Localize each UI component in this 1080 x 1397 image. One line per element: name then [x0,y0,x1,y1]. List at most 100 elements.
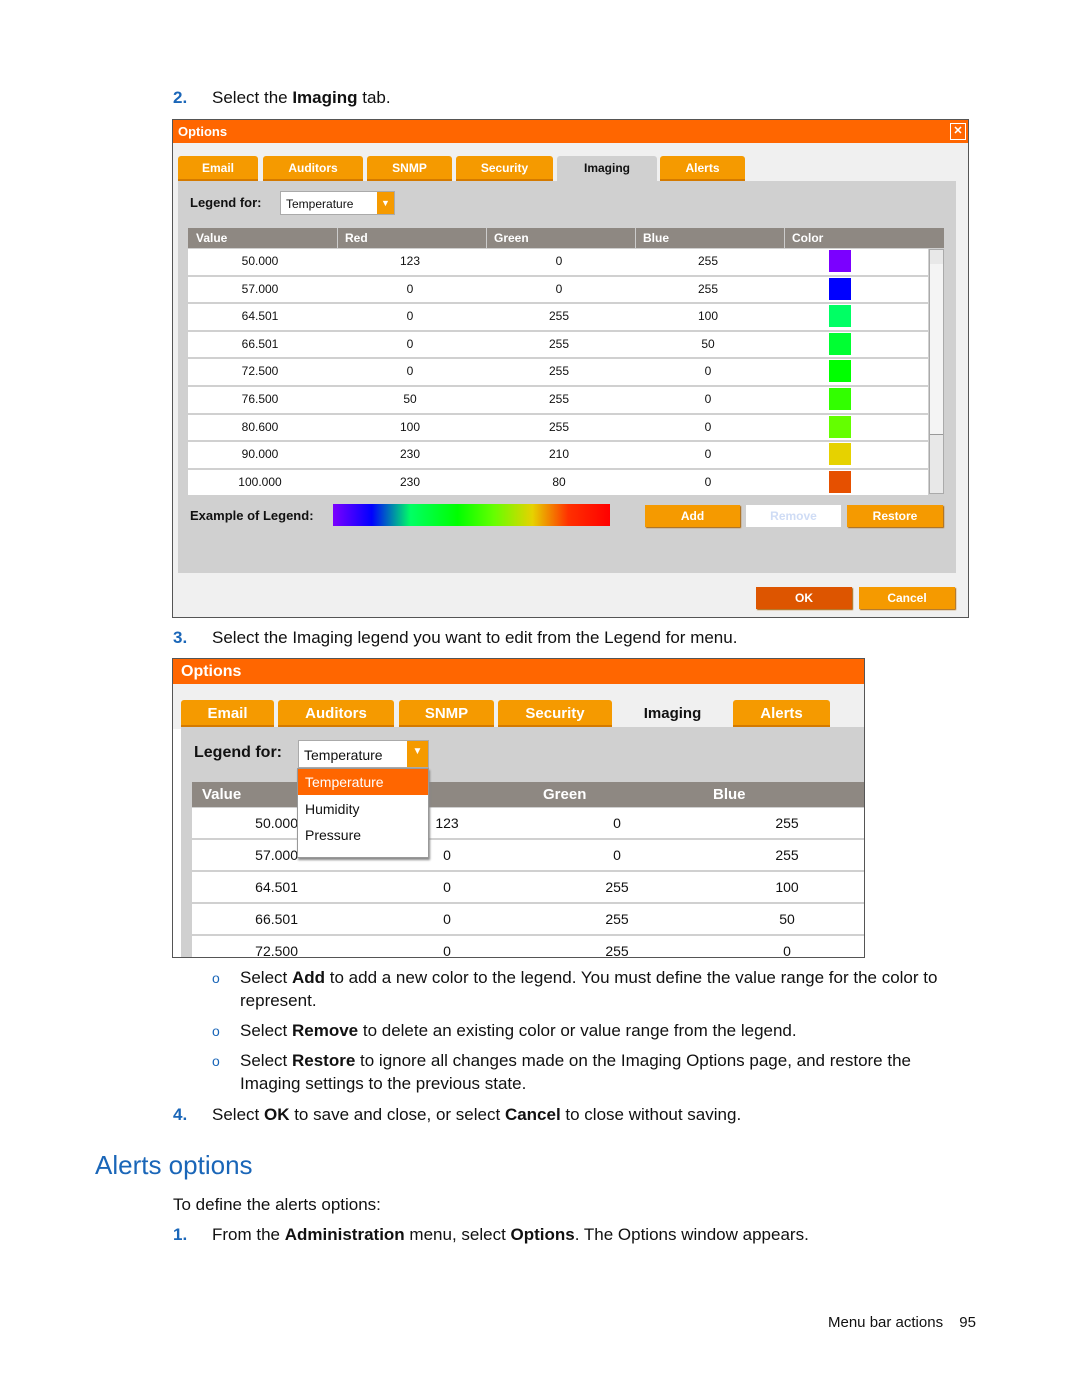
column-header-blue: Blue [643,231,670,245]
tab-alerts[interactable]: Alerts [660,156,745,181]
dropdown-option-temperature[interactable]: Temperature [298,769,428,795]
color-swatch[interactable] [829,388,851,410]
cell-value: 57.000 [241,281,279,296]
table-row[interactable]: 90.000 230 210 0 [188,442,928,470]
table-row[interactable]: 66.501 0 255 50 [192,904,864,936]
cell-blue: 0 [704,364,712,379]
column-header-green: Green [543,786,587,803]
legend-for-select[interactable]: Temperature ▼ [280,191,395,215]
cell-blue: 255 [775,847,799,863]
cell-red: 100 [399,419,421,434]
table-row[interactable]: 100.000 230 80 0 [188,469,928,498]
cell-red: 0 [443,911,451,927]
column-header-value: Value [196,231,228,245]
cell-green: 255 [548,309,570,324]
bullet-bold: Restore [291,1051,356,1070]
cancel-button[interactable]: Cancel [859,587,955,609]
table-row[interactable]: 57.000 0 0 255 [192,840,864,872]
cell-value: 90.000 [241,447,279,462]
tab-imaging[interactable]: Imaging [557,156,657,181]
scrollbar-thumb[interactable] [930,264,943,435]
column-divider [784,228,785,248]
column-divider [337,228,338,248]
cell-green: 255 [605,943,629,958]
tab-security[interactable]: Security [456,156,553,181]
chevron-down-icon[interactable]: ▼ [407,741,428,767]
cell-blue: 255 [697,254,719,268]
bullet-text: Select Add to add a new color to the leg… [240,968,937,988]
legend-select-value: Temperature [286,197,354,211]
step-4: 4. Select OK to save and close, or selec… [173,1105,742,1124]
table-row[interactable]: 50.000 123 0 255 [188,249,928,277]
tab-snmp[interactable]: SNMP [367,156,452,181]
cell-value: 72.500 [241,364,279,379]
cell-value: 100.000 [238,474,282,489]
dropdown-option-pressure[interactable]: Pressure [298,822,428,848]
table-row[interactable]: 72.500 0 255 0 [192,936,864,958]
color-swatch[interactable] [829,250,851,272]
color-swatch[interactable] [829,305,851,328]
tab-email[interactable]: Email [181,700,274,727]
table-header: Value Green Blue [192,782,864,807]
chevron-down-icon[interactable]: ▼ [377,192,394,214]
cell-blue: 100 [697,309,719,324]
cell-green: 255 [605,879,629,895]
dropdown-option-humidity[interactable]: Humidity [298,796,428,822]
example-legend-label: Example of Legend: [190,508,314,523]
section-heading: Alerts options [95,1150,253,1180]
bullet-pre: Select [240,1051,292,1070]
cell-green: 255 [548,336,570,351]
cell-blue: 50 [779,911,795,927]
cell-value: 76.500 [241,392,279,406]
column-header-blue: Blue [713,786,746,803]
cell-value: 57.000 [255,847,298,863]
close-icon[interactable]: ✕ [950,123,966,140]
add-button[interactable]: Add [645,505,740,527]
color-swatch[interactable] [829,332,851,355]
column-header-green: Green [494,231,529,245]
table-row[interactable]: 64.501 0 255 100 [188,304,928,332]
table-row[interactable]: 57.000 0 0 255 [188,276,928,305]
cell-green: 0 [555,254,563,268]
cell-value: 72.500 [255,943,298,958]
color-swatch[interactable] [829,415,851,438]
cell-red: 230 [399,447,421,462]
tab-snmp[interactable]: SNMP [399,700,494,727]
restore-button[interactable]: Restore [847,505,943,527]
cell-red: 50 [403,392,417,406]
table-row[interactable]: 66.501 0 255 50 [188,331,928,360]
color-swatch[interactable] [829,360,851,383]
cell-red: 0 [443,943,451,958]
tab-auditors[interactable]: Auditors [263,156,363,181]
bullet-icon: o [212,970,220,986]
cell-red: 123 [399,254,421,268]
cell-blue: 255 [775,815,799,831]
scrollbar[interactable] [929,249,944,494]
bullet-text: Select Remove to delete an existing colo… [240,1021,797,1041]
table-row[interactable]: 80.600 100 255 0 [188,414,928,443]
cell-blue: 0 [704,474,712,489]
ok-button[interactable]: OK [756,587,852,609]
color-swatch[interactable] [829,470,851,493]
cell-green: 0 [613,815,621,831]
legend-select-value: Temperature [304,747,383,763]
tab-email[interactable]: Email [178,156,258,181]
color-swatch[interactable] [829,277,851,300]
dialog-title: Options [178,124,228,139]
remove-button[interactable]: Remove [746,505,841,527]
table-row[interactable]: 64.501 0 255 100 [192,872,864,904]
bullet-text-line2: Imaging settings to the previous state. [240,1074,527,1093]
tab-alerts[interactable]: Alerts [733,700,830,727]
color-swatch[interactable] [829,443,851,466]
column-divider [635,228,636,248]
column-header-value: Value [202,786,242,803]
tab-security[interactable]: Security [498,700,612,727]
tab-auditors[interactable]: Auditors [278,700,394,727]
tab-imaging[interactable]: Imaging [617,700,728,727]
table-row[interactable]: 72.500 0 255 0 [188,359,928,387]
legend-for-select[interactable]: Temperature ▼ [298,740,429,768]
table-row[interactable]: 76.500 50 255 0 [188,387,928,415]
cell-value: 66.501 [241,336,279,351]
step-2: 2. Select the Imaging tab. [173,88,391,107]
table-row[interactable]: 50.000 123 0 255 [192,808,864,840]
